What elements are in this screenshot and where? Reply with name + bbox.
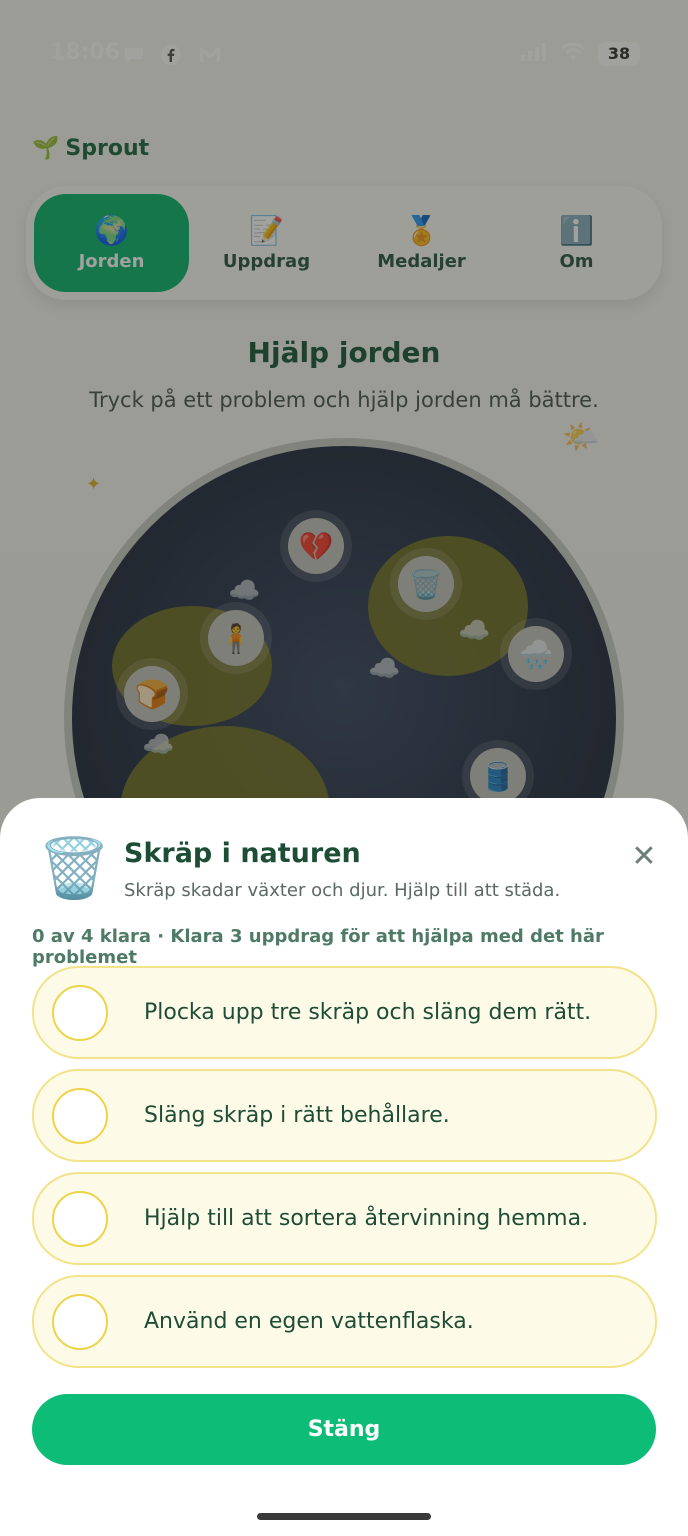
- task-label: Plocka upp tre skräp och släng dem rätt.: [144, 1000, 592, 1025]
- sheet-title: Skräp i naturen: [124, 838, 361, 869]
- task-checkbox[interactable]: [52, 1293, 108, 1350]
- task-label: Hjälp till att sortera återvinning hemma…: [144, 1206, 589, 1231]
- wastebasket-icon: 🗑️: [38, 834, 111, 902]
- task-item[interactable]: Använd en egen vattenflaska.: [32, 1275, 657, 1368]
- task-checkbox[interactable]: [52, 1087, 108, 1144]
- close-button[interactable]: Stäng: [32, 1394, 656, 1465]
- task-item[interactable]: Hjälp till att sortera återvinning hemma…: [32, 1172, 657, 1265]
- progress-text: 0 av 4 klara · Klara 3 uppdrag för att h…: [32, 926, 604, 968]
- sheet-description: Skräp skadar växter och djur. Hjälp till…: [124, 880, 561, 901]
- task-item[interactable]: Släng skräp i rätt behållare.: [32, 1069, 657, 1162]
- task-checkbox[interactable]: [52, 984, 108, 1041]
- close-icon[interactable]: ✕: [628, 840, 660, 874]
- task-item[interactable]: Plocka upp tre skräp och släng dem rätt.: [32, 966, 657, 1059]
- home-indicator[interactable]: [257, 1513, 431, 1520]
- task-label: Använd en egen vattenflaska.: [144, 1309, 474, 1334]
- task-checkbox[interactable]: [52, 1190, 108, 1247]
- task-list: Plocka upp tre skräp och släng dem rätt.…: [32, 966, 657, 1378]
- task-label: Släng skräp i rätt behållare.: [144, 1103, 450, 1128]
